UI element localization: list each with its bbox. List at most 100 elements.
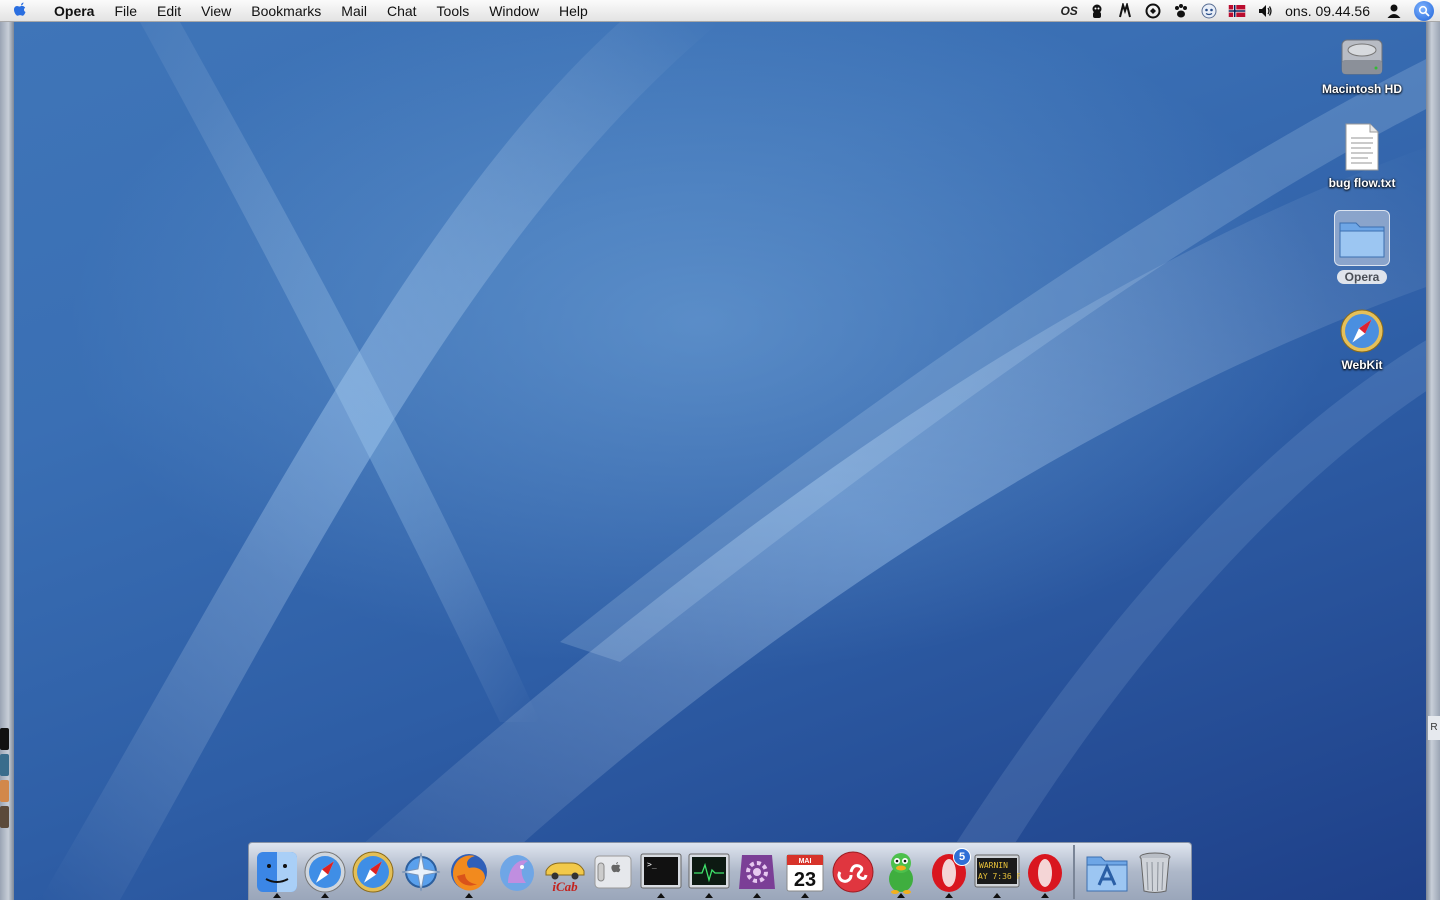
- desktop-icon-bug-flow-txt[interactable]: bug flow.txt: [1314, 122, 1410, 190]
- desktop-icon-label: Opera: [1336, 270, 1388, 284]
- console-line-1: WARNIN: [979, 861, 1008, 870]
- dock-adium[interactable]: [877, 846, 925, 898]
- terminal-icon: >_: [640, 853, 682, 888]
- left-window-edge: [0, 22, 14, 900]
- dock-webkit[interactable]: [349, 846, 397, 898]
- menu-help[interactable]: Help: [549, 0, 598, 22]
- dock-ical[interactable]: MAI 23: [781, 846, 829, 898]
- running-indicator: [465, 892, 473, 898]
- running-indicator: [273, 892, 281, 898]
- volume-icon[interactable]: [1251, 0, 1279, 22]
- dock-finder[interactable]: [253, 846, 301, 898]
- spotlight-search-icon[interactable]: [1414, 0, 1434, 21]
- user-icon[interactable]: [1380, 0, 1408, 22]
- finder-icon: [257, 851, 297, 892]
- console-icon: WARNIN AY 7:36 F: [974, 854, 1020, 887]
- dock-safari[interactable]: [301, 846, 349, 898]
- thumbnail-orange: [0, 780, 9, 802]
- right-window-edge: [1426, 22, 1440, 900]
- dock-system-switch[interactable]: [589, 846, 637, 898]
- text-document-icon: [1345, 123, 1379, 171]
- menu-extras: OS ons. 09.44.56: [1055, 0, 1440, 22]
- paw-icon[interactable]: [1167, 0, 1195, 22]
- running-indicator: [993, 892, 1001, 898]
- activity-monitor-icon: [688, 853, 730, 888]
- gear-badge-icon: [739, 854, 775, 889]
- unread-badge: 5: [953, 847, 971, 866]
- dock-terminal[interactable]: >_: [637, 846, 685, 898]
- menu-view[interactable]: View: [191, 0, 241, 22]
- wallpaper-swirls: [40, 22, 1440, 900]
- running-indicator: [801, 892, 809, 898]
- dock-seamonkey[interactable]: [493, 846, 541, 898]
- menu-mail[interactable]: Mail: [331, 0, 377, 22]
- dock-trash[interactable]: [1131, 846, 1179, 898]
- dock-console[interactable]: WARNIN AY 7:36 F: [973, 846, 1021, 898]
- dock-applications-stack[interactable]: [1083, 846, 1131, 898]
- dock-firefox[interactable]: [445, 846, 493, 898]
- running-indicator: [753, 892, 761, 898]
- menu-bar: Opera File Edit View Bookmarks Mail Chat…: [0, 0, 1440, 22]
- dock-activity-monitor[interactable]: [685, 846, 733, 898]
- menu-tools[interactable]: Tools: [427, 0, 480, 22]
- thumbnail-brown: [0, 806, 9, 828]
- menu-edit[interactable]: Edit: [147, 0, 191, 22]
- sync-icon[interactable]: [1139, 0, 1167, 22]
- menu-chat[interactable]: Chat: [377, 0, 427, 22]
- safari-icon: [304, 851, 346, 892]
- running-indicator: [321, 892, 329, 898]
- dock-icab[interactable]: iCab: [541, 846, 589, 898]
- left-edge-thumbnails: [0, 728, 10, 832]
- lastfm-tray-icon[interactable]: OS: [1055, 0, 1083, 22]
- compass-icon: [1340, 309, 1384, 353]
- menu-app-opera[interactable]: Opera: [40, 0, 104, 22]
- desktop-icon-webkit[interactable]: WebKit: [1314, 308, 1410, 372]
- lastfm-tray-label: OS: [1060, 3, 1078, 18]
- svg-text:>_: >_: [647, 860, 657, 869]
- folder-icon: [1339, 222, 1385, 258]
- dock-opera-mail[interactable]: 5: [925, 846, 973, 898]
- network-icon[interactable]: [1111, 0, 1139, 22]
- dock-script-app[interactable]: [733, 846, 781, 898]
- duck-icon: [889, 852, 913, 894]
- lastfm-icon: [832, 851, 874, 892]
- calendar-day: 23: [794, 869, 816, 891]
- console-line-2: AY 7:36 F: [978, 872, 1020, 881]
- desktop-icon-macintosh-hd[interactable]: Macintosh HD: [1314, 30, 1410, 96]
- dock-opera[interactable]: [1021, 846, 1069, 898]
- thumbnail-blue: [0, 754, 9, 776]
- menu-clock[interactable]: ons. 09.44.56: [1279, 3, 1380, 19]
- growl-icon[interactable]: [1083, 0, 1111, 22]
- chat-status-icon[interactable]: [1195, 0, 1223, 22]
- desktop-background: [0, 22, 1440, 900]
- running-indicator: [657, 892, 665, 898]
- trash-icon: [1139, 852, 1171, 893]
- running-indicator: [705, 892, 713, 898]
- menu-bookmarks[interactable]: Bookmarks: [241, 0, 331, 22]
- desktop-icon-opera-folder[interactable]: Opera: [1314, 210, 1410, 284]
- selection-highlight: [1334, 210, 1390, 266]
- right-edge-label: R: [1428, 716, 1440, 740]
- menu-window[interactable]: Window: [479, 0, 549, 22]
- opera-icon: [1028, 853, 1062, 892]
- webkit-icon: [352, 851, 394, 892]
- seamonkey-icon: [500, 854, 534, 891]
- apple-menu-icon[interactable]: [0, 0, 40, 22]
- calendar-month: MAI: [799, 858, 812, 865]
- icab-icon: iCab: [545, 862, 585, 893]
- norwegian-flag-icon[interactable]: [1223, 0, 1251, 22]
- menu-file[interactable]: File: [104, 0, 147, 22]
- running-indicator: [1041, 892, 1049, 898]
- dock-lastfm[interactable]: [829, 846, 877, 898]
- applications-folder-icon: [1086, 856, 1128, 891]
- desktop-icon-label: bug flow.txt: [1328, 176, 1396, 190]
- dock-camino[interactable]: [397, 846, 445, 898]
- apple-switch-icon: [594, 855, 632, 888]
- hard-drive-icon: [1341, 39, 1383, 75]
- camino-icon: [401, 852, 441, 891]
- running-indicator: [897, 892, 905, 898]
- firefox-icon: [451, 853, 487, 890]
- running-indicator: [945, 892, 953, 898]
- dock: iCab >_ MAI 23 5 WARNIN AY 7:36 F: [248, 842, 1192, 900]
- thumbnail-dark: [0, 728, 9, 750]
